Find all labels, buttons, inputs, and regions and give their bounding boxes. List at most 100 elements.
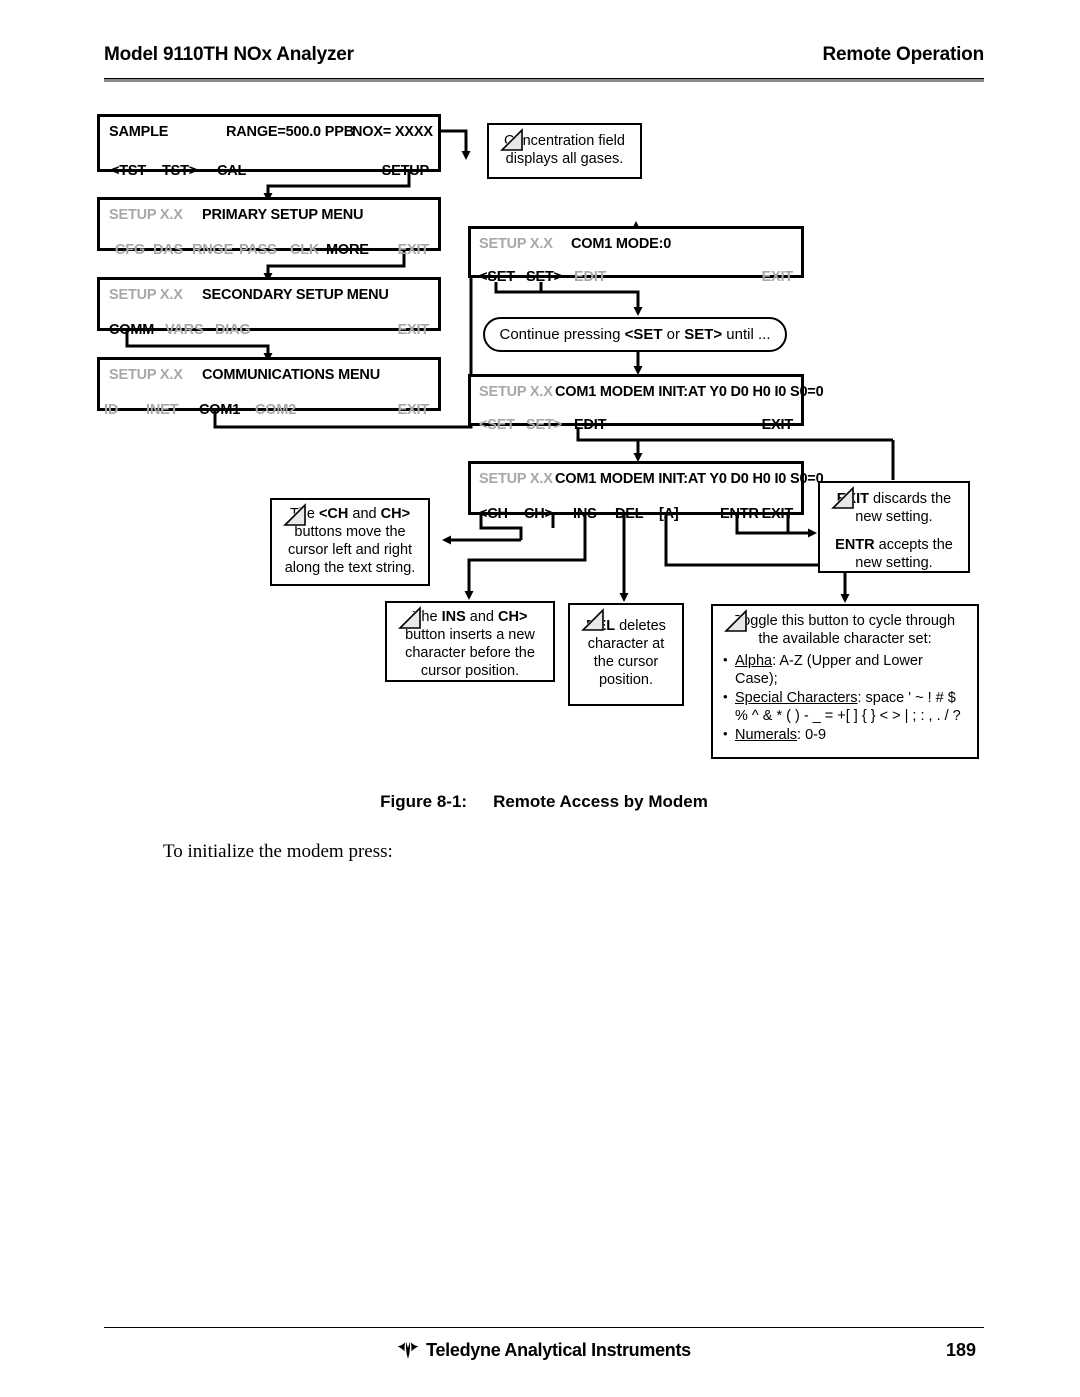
lcd-cell-range: RANGE=500.0 PPB (226, 124, 354, 140)
footer-page-number: 189 (945, 1340, 976, 1360)
lcd-button-exit[interactable]: EXIT (398, 402, 430, 418)
lcd-button-ch-next[interactable]: CH> (524, 506, 553, 522)
charset-item-label: Special Characters (735, 690, 858, 706)
lcd-button-id[interactable]: ID (104, 402, 118, 418)
lcd-button-exit[interactable]: EXIT (762, 269, 794, 285)
page-footer: Teledyne Analytical Instruments 189 (104, 1340, 984, 1370)
charset-header-line-2: the available character set: (758, 631, 932, 647)
lcd-button-edit[interactable]: EDIT (574, 269, 606, 285)
lcd-cell-setup-version: SETUP X.X (109, 287, 183, 303)
note-exit-entr: EXIT discards the new setting. ENTR acce… (818, 481, 970, 573)
lcd-button-set-prev[interactable]: <SET (479, 269, 515, 285)
lcd-button-del[interactable]: DEL (615, 506, 644, 522)
note-text-mid: and (348, 506, 381, 522)
lcd-button-tst-next[interactable]: TST> (162, 163, 197, 179)
note-text-ch-next: CH> (380, 506, 411, 522)
lcd-cell-modem-init: COM1 MODEM INIT:AT Y0 D0 H0 I0 S0=0 (555, 471, 824, 487)
body-paragraph: To initialize the modem press: (163, 841, 393, 862)
note-line-1: Concentration field (504, 133, 625, 149)
note-text-set-prev: <SET (624, 325, 663, 343)
lcd-button-tst-prev[interactable]: <TST (111, 163, 146, 179)
lcd-cell-nox: NOX= XXXX (352, 124, 433, 140)
figure-remote-access-by-modem: SAMPLE RANGE=500.0 PPB NOX= XXXX <TST TS… (0, 0, 1080, 790)
lcd-button-cfg[interactable]: CFG (115, 242, 145, 258)
lcd-button-edit[interactable]: EDIT (574, 417, 606, 433)
lcd-button-exit[interactable]: EXIT (398, 242, 430, 258)
lcd-cell-setup-version: SETUP X.X (479, 236, 553, 252)
charset-item: Alpha: A-Z (Upper and Lower Case); (722, 651, 968, 688)
note-text-del: DEL (586, 618, 616, 634)
footer-company-name: Teledyne Analytical Instruments (426, 1340, 691, 1360)
note-text-pre: Continue pressing (499, 325, 625, 343)
note-text-ins: INS (441, 609, 466, 625)
lcd-primary-setup-menu: SETUP X.X PRIMARY SETUP MENU CFG DAS RNG… (97, 197, 441, 258)
lcd-button-comm[interactable]: COMM (109, 322, 154, 338)
lcd-button-clk[interactable]: CLK (290, 242, 319, 258)
lcd-button-pass[interactable]: PASS (239, 242, 277, 258)
lcd-cell-modem-init: COM1 MODEM INIT:AT Y0 D0 H0 I0 S0=0 (555, 384, 824, 400)
lcd-button-charset[interactable]: [A] (659, 506, 679, 522)
note-text-ch-next: CH> (498, 609, 528, 625)
note-text-pre: The (412, 609, 442, 625)
lcd-button-ins[interactable]: INS (573, 506, 597, 522)
lcd-button-ch-prev[interactable]: <CH (479, 506, 508, 522)
lcd-button-com1[interactable]: COM1 (199, 402, 240, 418)
charset-item-label: Numerals (735, 727, 798, 743)
lcd-button-cal[interactable]: CAL (217, 163, 246, 179)
note-text-mid: and (465, 609, 498, 625)
figure-caption: Figure 8-1: Remote Access by Modem (104, 792, 984, 812)
note-text-post: buttons move the cursor left and right a… (284, 524, 416, 576)
note-text-pre: The (289, 506, 319, 522)
figure-caption-number: Figure 8-1: (380, 792, 468, 811)
lcd-button-inet[interactable]: INET (146, 402, 178, 418)
lcd-cell-menu-title: COMMUNICATIONS MENU (202, 367, 380, 383)
note-text-mid: or (662, 325, 685, 343)
note-text-entr: ENTR (835, 537, 875, 553)
charset-item-value: : 0-9 (797, 727, 827, 743)
lcd-button-diag[interactable]: DIAG (215, 322, 251, 338)
note-text-ch-prev: <CH (318, 506, 349, 522)
note-text-post: until ... (722, 325, 771, 343)
lcd-sample-display: SAMPLE RANGE=500.0 PPB NOX= XXXX <TST TS… (97, 114, 441, 179)
lcd-button-setup[interactable]: SETUP (382, 163, 430, 179)
lcd-button-das[interactable]: DAS (153, 242, 183, 258)
lcd-com1-modem-init-display: SETUP X.X COM1 MODEM INIT:AT Y0 D0 H0 I0… (468, 374, 824, 433)
lcd-button-set-prev[interactable]: <SET (479, 417, 515, 433)
lcd-secondary-setup-menu: SETUP X.X SECONDARY SETUP MENU COMM VARS… (97, 277, 441, 338)
lcd-button-exit[interactable]: EXIT (398, 322, 430, 338)
lcd-button-com2[interactable]: COM2 (255, 402, 296, 418)
lcd-cell-menu-title: PRIMARY SETUP MENU (202, 207, 364, 223)
note-text-set-next: SET> (684, 325, 723, 343)
lcd-com1-mode-display: SETUP X.X COM1 MODE:0 <SET SET> EDIT EXI… (468, 226, 804, 285)
figure-caption-title: Remote Access by Modem (493, 792, 708, 811)
note-character-set: Toggle this button to cycle through the … (711, 604, 979, 759)
note-text-exit: EXIT (836, 491, 869, 507)
note-continue-pressing: Continue pressing <SET or SET> until ... (483, 317, 787, 352)
lcd-cell-setup-version: SETUP X.X (479, 471, 553, 487)
note-text-exit-desc: discards the new setting. (855, 491, 952, 525)
note-ch-buttons: The <CH and CH> buttons move the cursor … (270, 498, 430, 586)
lcd-cell-com1-mode: COM1 MODE:0 (571, 236, 672, 252)
lcd-button-exit[interactable]: EXIT (762, 506, 794, 522)
lcd-button-exit[interactable]: EXIT (762, 417, 794, 433)
lcd-button-set-next[interactable]: SET> (526, 417, 562, 433)
charset-item: Special Characters: space ' ~ ! # $ % ^ … (722, 688, 968, 725)
lcd-cell-setup-version: SETUP X.X (479, 384, 553, 400)
note-del-button: DEL deletes character at the cursor posi… (568, 603, 684, 706)
teledyne-logo-icon (397, 1341, 419, 1364)
lcd-button-vars[interactable]: VARS (165, 322, 204, 338)
note-text-post: button inserts a new character before th… (405, 627, 535, 679)
lcd-button-entr[interactable]: ENTR (720, 506, 759, 522)
lcd-button-rnge[interactable]: RNGE (192, 242, 233, 258)
note-ins-button: The INS and CH> button inserts a new cha… (385, 601, 555, 682)
lcd-cell-setup-version: SETUP X.X (109, 207, 183, 223)
note-concentration-field: Concentration field displays all gases. (487, 123, 642, 179)
lcd-cell-menu-title: SECONDARY SETUP MENU (202, 287, 389, 303)
lcd-button-more[interactable]: MORE (326, 242, 369, 258)
note-line-2: displays all gases. (505, 151, 624, 167)
lcd-cell-status: SAMPLE (109, 124, 169, 140)
charset-item-label: Alpha (735, 653, 773, 669)
lcd-communications-menu: SETUP X.X COMMUNICATIONS MENU ID INET CO… (97, 357, 441, 418)
charset-header-line-1: Toggle this button to cycle through (734, 613, 956, 629)
lcd-button-set-next[interactable]: SET> (526, 269, 562, 285)
